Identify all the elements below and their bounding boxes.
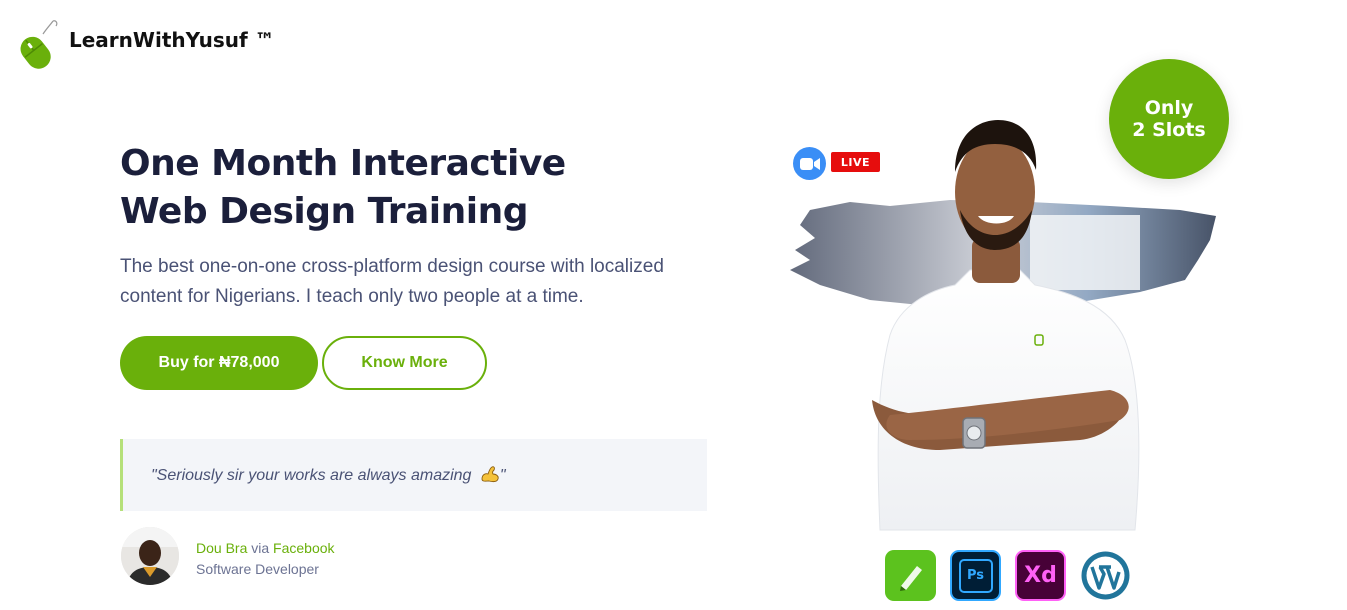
quote-body: "Seriously sir your works are always ama… (151, 467, 472, 484)
avatar-photo (121, 527, 179, 585)
hero-description: The best one-on-one cross-platform desig… (120, 256, 664, 307)
author-via: via (251, 540, 270, 556)
testimonial-avatar (121, 527, 179, 585)
quote-end: " (499, 467, 506, 484)
live-badge: LIVE (831, 152, 880, 172)
brand-name: LearnWithYusuf ™ (69, 28, 275, 52)
photoshop-label: Ps (958, 558, 993, 593)
video-camera-icon (799, 157, 820, 170)
mouse-logo-icon (20, 20, 58, 69)
adobe-xd-icon: Xd (1015, 550, 1066, 601)
pen-glyph-icon (899, 565, 922, 591)
brand-logo[interactable]: LearnWithYusuf ™ (13, 20, 275, 72)
know-more-button[interactable]: Know More (322, 336, 487, 390)
testimonial-quote: "Seriously sir your works are always ama… (120, 439, 707, 511)
hero-title-line-2: Web Design Training (120, 191, 529, 232)
photoshop-icon: Ps (950, 550, 1001, 601)
zoom-video-icon (793, 147, 826, 180)
author-platform-link[interactable]: Facebook (273, 540, 334, 556)
hero-title: One Month Interactive Web Design Trainin… (120, 140, 680, 236)
tool-icons: Ps Xd (885, 550, 1131, 601)
testimonial-author: Dou Bra via Facebook Software Developer (196, 538, 335, 580)
author-name[interactable]: Dou Bra (196, 540, 247, 556)
flexed-biceps-icon (481, 466, 499, 483)
sketch-pen-icon (885, 550, 936, 601)
quote-text: "Seriously sir your works are always ama… (151, 465, 506, 485)
wordpress-icon (1080, 550, 1131, 601)
xd-label: Xd (1024, 563, 1057, 588)
buy-button[interactable]: Buy for ₦78,000 (120, 336, 318, 390)
slots-line-1: Only (1144, 97, 1194, 119)
hero-title-line-1: One Month Interactive (120, 143, 566, 184)
slots-badge: Only 2 Slots (1109, 59, 1229, 179)
wordpress-glyph-icon (1081, 551, 1130, 600)
author-role: Software Developer (196, 561, 319, 577)
slots-line-2: 2 Slots (1132, 119, 1206, 141)
